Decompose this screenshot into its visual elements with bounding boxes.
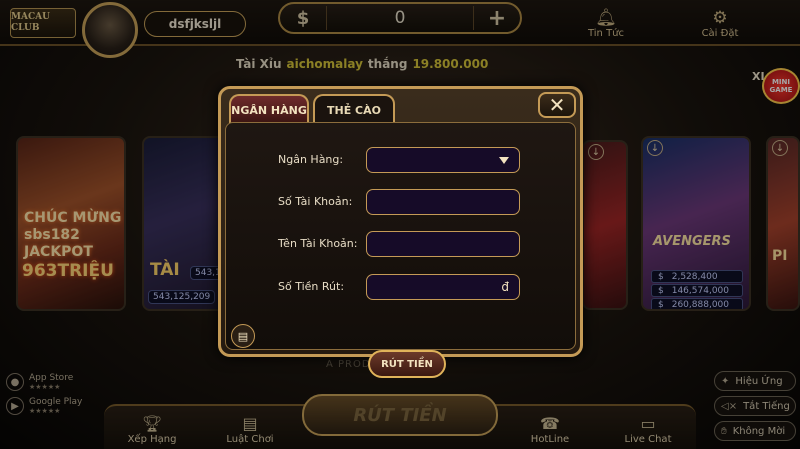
bank-select[interactable] — [366, 147, 520, 173]
account-name-row: Tên Tài Khoản: — [226, 231, 581, 259]
close-button[interactable]: ✕ — [538, 92, 576, 118]
withdraw-submit-button[interactable]: RÚT TIỀN — [368, 350, 446, 378]
modal-body: Ngân Hàng: Số Tài Khoản: Tên Tài Khoản: … — [225, 122, 576, 378]
amount-field[interactable]: đ — [366, 274, 520, 300]
account-name-label: Tên Tài Khoản: — [278, 237, 358, 250]
bank-label: Ngân Hàng: — [278, 153, 344, 166]
account-number-field[interactable] — [366, 189, 520, 215]
close-icon: ✕ — [548, 93, 566, 117]
amount-input[interactable] — [373, 278, 503, 296]
history-icon[interactable]: ▤ — [231, 324, 255, 348]
amount-row: Số Tiền Rút: đ — [226, 274, 581, 302]
account-name-input[interactable] — [373, 235, 503, 253]
account-number-input[interactable] — [373, 193, 503, 211]
tab-bank[interactable]: NGÂN HÀNG — [229, 94, 309, 124]
account-number-label: Số Tài Khoản: — [278, 195, 353, 208]
withdraw-modal: NGÂN HÀNG THẺ CÀO ✕ Ngân Hàng: Số Tài Kh… — [218, 86, 583, 378]
account-number-row: Số Tài Khoản: — [226, 189, 581, 217]
amount-label: Số Tiền Rút: — [278, 280, 345, 293]
bank-row: Ngân Hàng: — [226, 147, 581, 175]
account-name-field[interactable] — [366, 231, 520, 257]
tab-scratch-card[interactable]: THẺ CÀO — [313, 94, 395, 124]
chevron-down-icon — [499, 156, 509, 164]
